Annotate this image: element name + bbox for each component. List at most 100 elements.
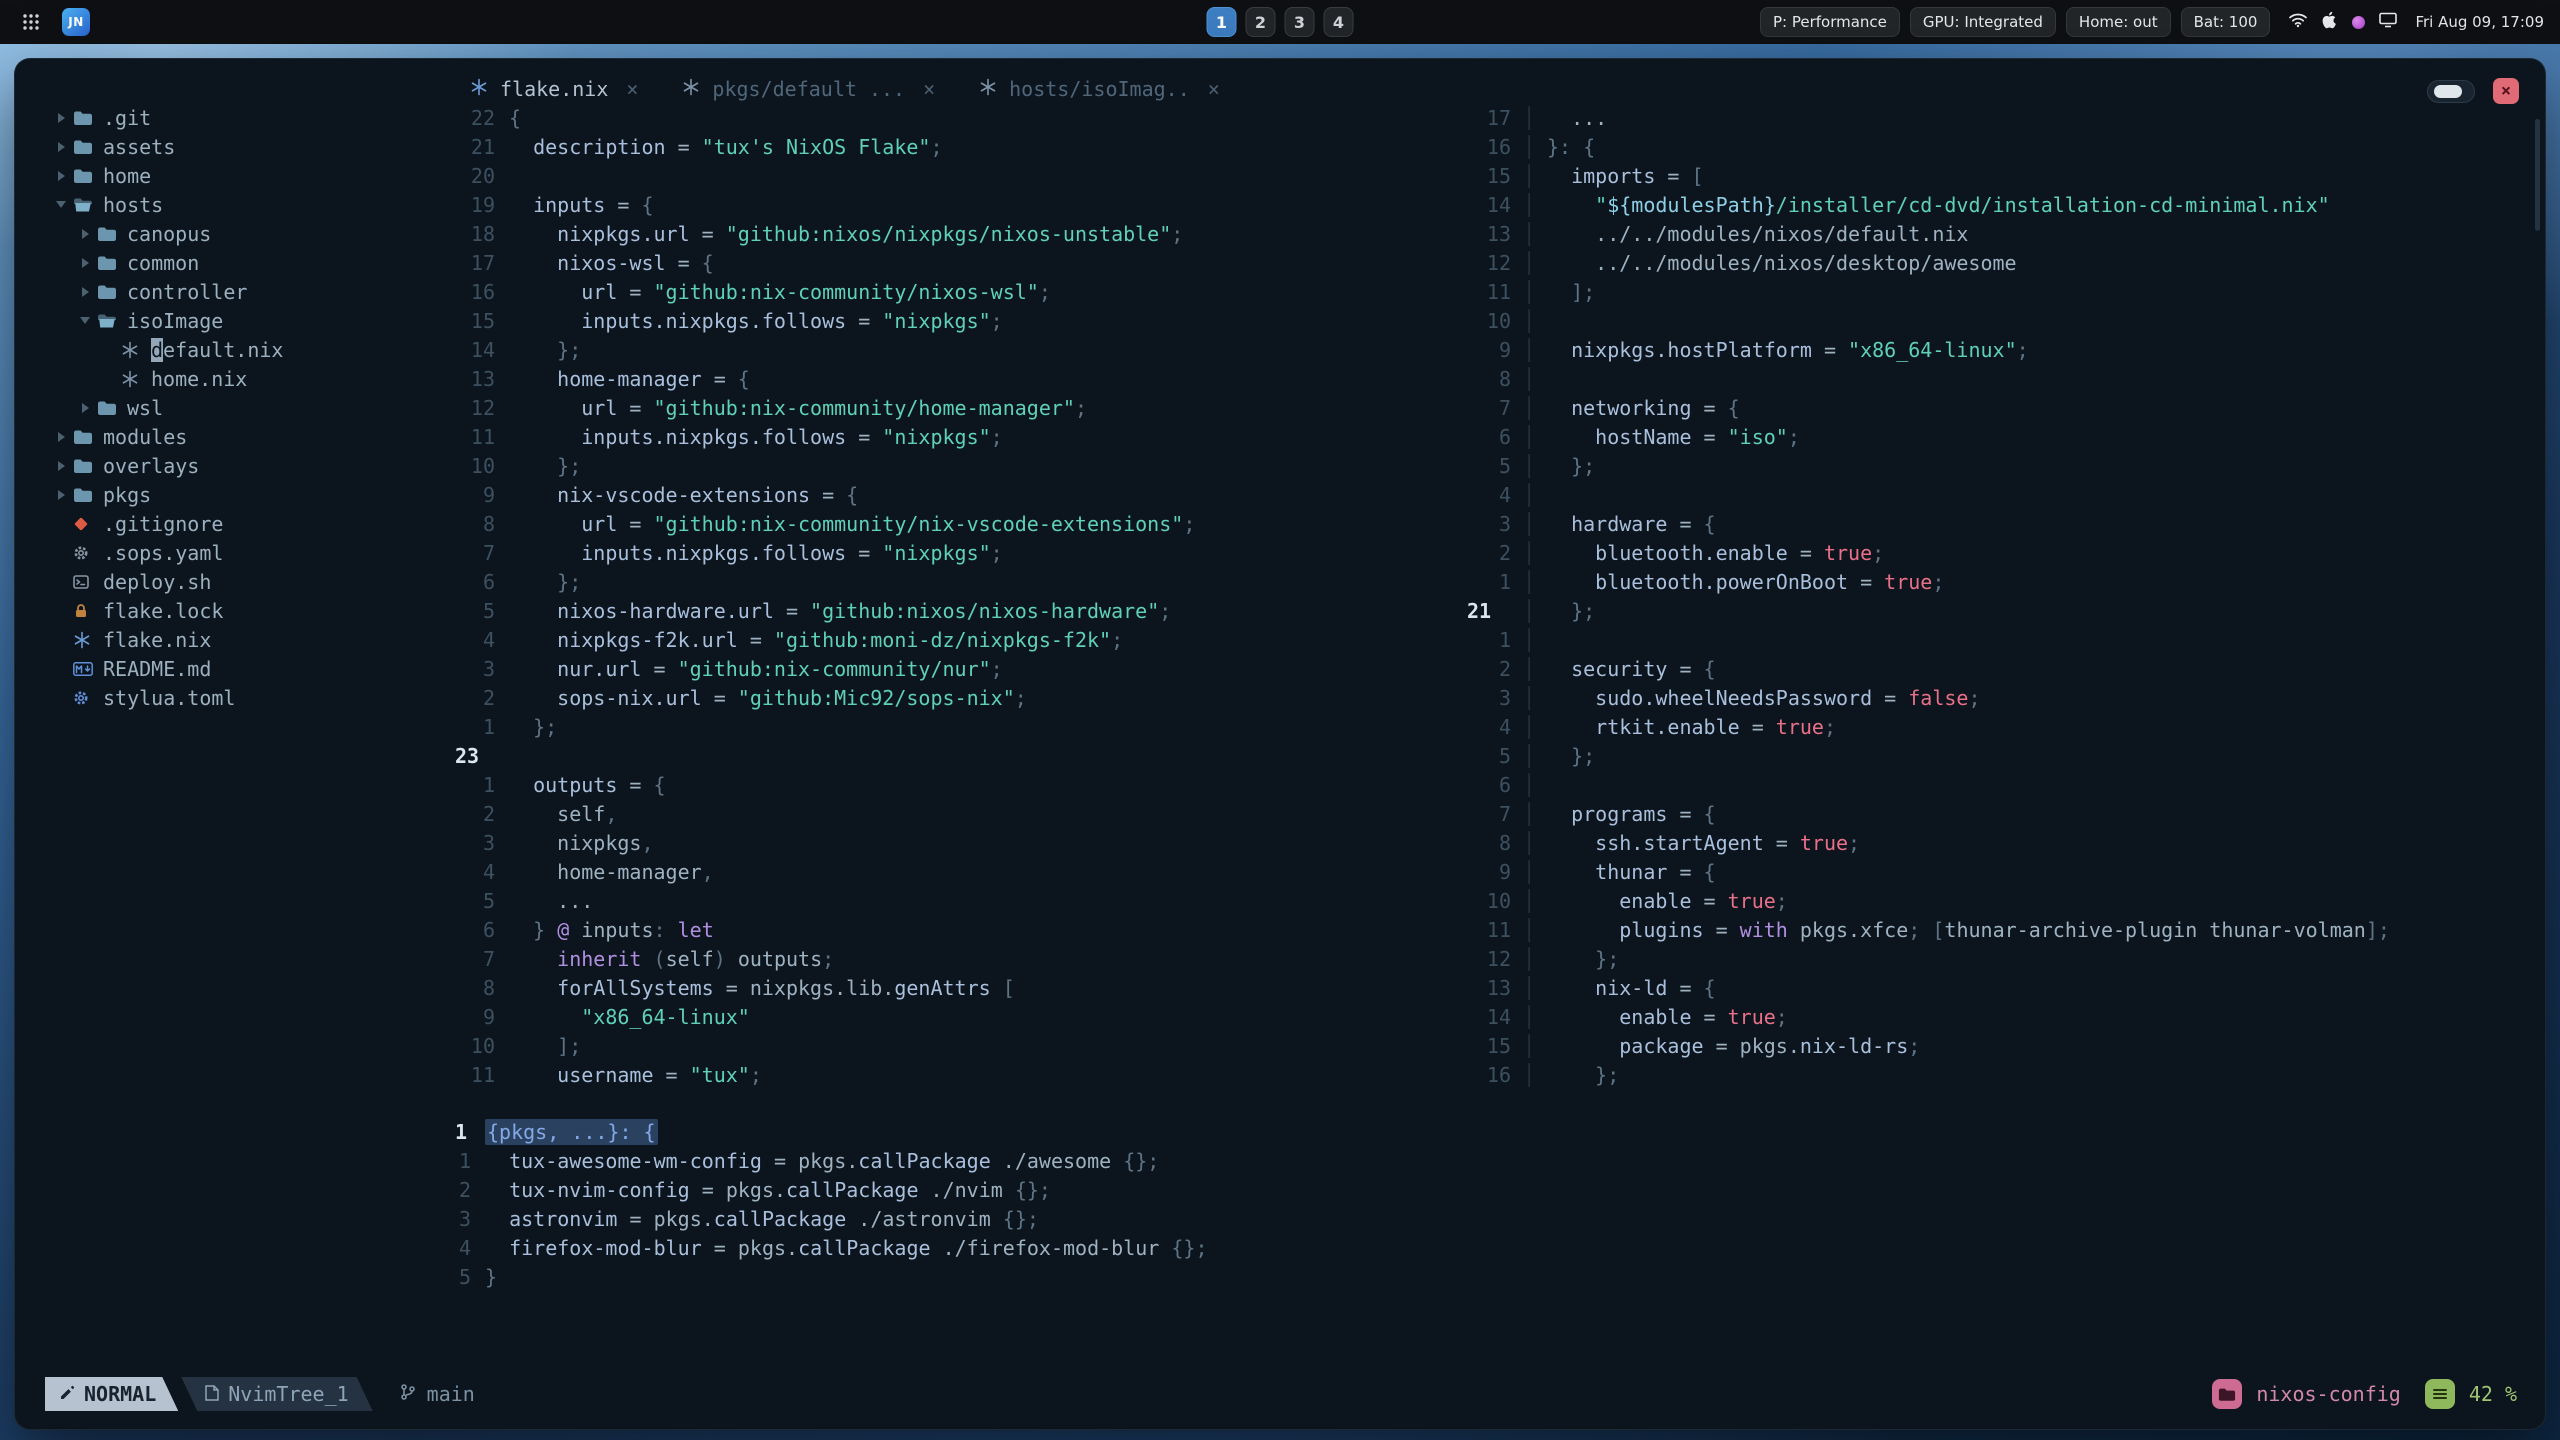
code-line[interactable]: 3 │ hardware = { <box>1467 509 2543 538</box>
git-branch[interactable]: main <box>399 1377 475 1411</box>
tree-item--gitignore[interactable]: .gitignore <box>35 509 465 538</box>
apps-grid-icon[interactable] <box>16 7 46 37</box>
chevron-right-icon[interactable] <box>49 171 73 181</box>
code-line[interactable]: 10 ]; <box>455 1031 1467 1060</box>
code-line[interactable]: 11 │ plugins = with pkgs.xfce; [thunar-ar… <box>1467 915 2543 944</box>
code-line[interactable]: 5 │ }; <box>1467 451 2543 480</box>
code-line[interactable]: 16 url = "github:nix-community/nixos-wsl… <box>455 277 1467 306</box>
editor-right-split[interactable]: 17 │ ... 16 │}: {15 │ imports = [14 │ "${modu… <box>1467 103 2543 1089</box>
chevron-down-icon[interactable] <box>49 201 73 208</box>
code-line[interactable]: 14 }; <box>455 335 1467 364</box>
code-line[interactable]: 5} <box>455 1262 2533 1291</box>
chevron-right-icon[interactable] <box>73 258 97 268</box>
code-line[interactable]: 3 astronvim = pkgs.callPackage ./astronv… <box>455 1204 2533 1233</box>
code-line[interactable]: 11 inputs.nixpkgs.follows = "nixpkgs"; <box>455 422 1467 451</box>
tree-item-wsl[interactable]: wsl <box>35 393 465 422</box>
code-line[interactable]: 14 │ enable = true; <box>1467 1002 2543 1031</box>
status-badge[interactable]: GPU: Integrated <box>1909 7 2056 37</box>
code-line[interactable]: 21 │ }; <box>1467 596 2543 625</box>
tree-item-flake-lock[interactable]: flake.lock <box>35 596 465 625</box>
tab-close-icon[interactable]: × <box>1208 77 1220 101</box>
code-line[interactable]: 21 description = "tux's NixOS Flake"; <box>455 132 1467 161</box>
code-line[interactable]: 6 }; <box>455 567 1467 596</box>
code-line[interactable]: 10 │ enable = true; <box>1467 886 2543 915</box>
tree-item-common[interactable]: common <box>35 248 465 277</box>
code-line[interactable]: 10 │ <box>1467 306 2543 335</box>
tree-item--git[interactable]: .git <box>35 103 465 132</box>
code-line[interactable]: 8 url = "github:nix-community/nix-vscode… <box>455 509 1467 538</box>
chevron-right-icon[interactable] <box>73 403 97 413</box>
code-line[interactable]: 4 │ <box>1467 480 2543 509</box>
status-badge[interactable]: P: Performance <box>1759 7 1900 37</box>
code-line[interactable]: 11 username = "tux"; <box>455 1060 1467 1089</box>
window-toggle[interactable] <box>2427 79 2475 103</box>
code-line[interactable]: 5 │ }; <box>1467 741 2543 770</box>
scrollbar-thumb[interactable] <box>2535 119 2540 231</box>
code-line[interactable]: 4 firefox-mod-blur = pkgs.callPackage ./… <box>455 1233 2533 1262</box>
window-close-button[interactable]: × <box>2493 78 2519 104</box>
code-line[interactable]: 13 │ ../../modules/nixos/default.nix <box>1467 219 2543 248</box>
tree-item-assets[interactable]: assets <box>35 132 465 161</box>
code-line[interactable]: 6 │ hostName = "iso"; <box>1467 422 2543 451</box>
code-line[interactable]: 22 { <box>455 103 1467 132</box>
code-line[interactable]: 23 <box>455 741 1467 770</box>
tree-item-overlays[interactable]: overlays <box>35 451 465 480</box>
code-line[interactable]: 9 "x86_64-linux" <box>455 1002 1467 1031</box>
code-line[interactable]: 3 nixpkgs, <box>455 828 1467 857</box>
display-icon[interactable] <box>2379 12 2398 32</box>
code-line[interactable]: 13 home-manager = { <box>455 364 1467 393</box>
code-line[interactable]: 2 │ security = { <box>1467 654 2543 683</box>
code-line[interactable]: 4 home-manager, <box>455 857 1467 886</box>
code-line[interactable]: 4 nixpkgs-f2k.url = "github:moni-dz/nixp… <box>455 625 1467 654</box>
tab-close-icon[interactable]: × <box>626 77 638 101</box>
code-line[interactable]: 2 tux-nvim-config = pkgs.callPackage ./n… <box>455 1175 2533 1204</box>
code-line[interactable]: 8 forAllSystems = nixpkgs.lib.genAttrs [ <box>455 973 1467 1002</box>
code-line[interactable]: 2 self, <box>455 799 1467 828</box>
workspace-2[interactable]: 2 <box>1245 7 1276 37</box>
editor-left-split[interactable]: 22{21 description = "tux's NixOS Flake";… <box>455 103 1467 1089</box>
code-line[interactable]: 1 }; <box>455 712 1467 741</box>
chevron-right-icon[interactable] <box>49 432 73 442</box>
tree-item-canopus[interactable]: canopus <box>35 219 465 248</box>
tree-item-hosts[interactable]: hosts <box>35 190 465 219</box>
chevron-right-icon[interactable] <box>73 229 97 239</box>
code-line[interactable]: 20 <box>455 161 1467 190</box>
chevron-right-icon[interactable] <box>49 461 73 471</box>
code-line[interactable]: 7 inherit (self) outputs; <box>455 944 1467 973</box>
status-badge[interactable]: Bat: 100 <box>2180 7 2271 37</box>
tab-flake-nix[interactable]: flake.nix × <box>470 77 638 101</box>
jn-badge[interactable]: JN <box>62 8 90 36</box>
tree-item-deploy-sh[interactable]: deploy.sh <box>35 567 465 596</box>
workspace-1[interactable]: 1 <box>1206 7 1237 37</box>
chevron-right-icon[interactable] <box>49 113 73 123</box>
code-line[interactable]: 3 nur.url = "github:nix-community/nur"; <box>455 654 1467 683</box>
code-line[interactable]: 12 url = "github:nix-community/home-mana… <box>455 393 1467 422</box>
chevron-right-icon[interactable] <box>73 287 97 297</box>
code-line[interactable]: 12 │ ../../modules/nixos/desktop/awesome <box>1467 248 2543 277</box>
code-line[interactable]: 8 │ <box>1467 364 2543 393</box>
chevron-down-icon[interactable] <box>73 317 97 324</box>
status-badge[interactable]: Home: out <box>2065 7 2171 37</box>
tree-item-pkgs[interactable]: pkgs <box>35 480 465 509</box>
tab-pkgs-default-[interactable]: pkgs/default ... × <box>682 77 935 101</box>
code-line[interactable]: 19 inputs = { <box>455 190 1467 219</box>
tree-item-readme-md[interactable]: README.md <box>35 654 465 683</box>
code-line[interactable]: 6 } @ inputs: let <box>455 915 1467 944</box>
tree-item-modules[interactable]: modules <box>35 422 465 451</box>
code-line[interactable]: 12 │ }; <box>1467 944 2543 973</box>
tab-close-icon[interactable]: × <box>923 77 935 101</box>
chevron-right-icon[interactable] <box>49 142 73 152</box>
accent-dot-icon[interactable] <box>2352 15 2366 29</box>
workspace-4[interactable]: 4 <box>1323 7 1354 37</box>
code-line[interactable]: 1 │ <box>1467 625 2543 654</box>
tree-item-home-nix[interactable]: home.nix <box>35 364 465 393</box>
code-line[interactable]: 13 │ nix-ld = { <box>1467 973 2543 1002</box>
code-line[interactable]: 16 │}: { <box>1467 132 2543 161</box>
code-line[interactable]: 5 ... <box>455 886 1467 915</box>
code-line[interactable]: 16 │ }; <box>1467 1060 2543 1089</box>
code-line[interactable]: 5 nixos-hardware.url = "github:nixos/nix… <box>455 596 1467 625</box>
code-line[interactable]: 10 }; <box>455 451 1467 480</box>
code-line[interactable]: 9 │ nixpkgs.hostPlatform = "x86_64-linux"… <box>1467 335 2543 364</box>
workspace-3[interactable]: 3 <box>1284 7 1315 37</box>
code-line[interactable]: 1 tux-awesome-wm-config = pkgs.callPacka… <box>455 1146 2533 1175</box>
